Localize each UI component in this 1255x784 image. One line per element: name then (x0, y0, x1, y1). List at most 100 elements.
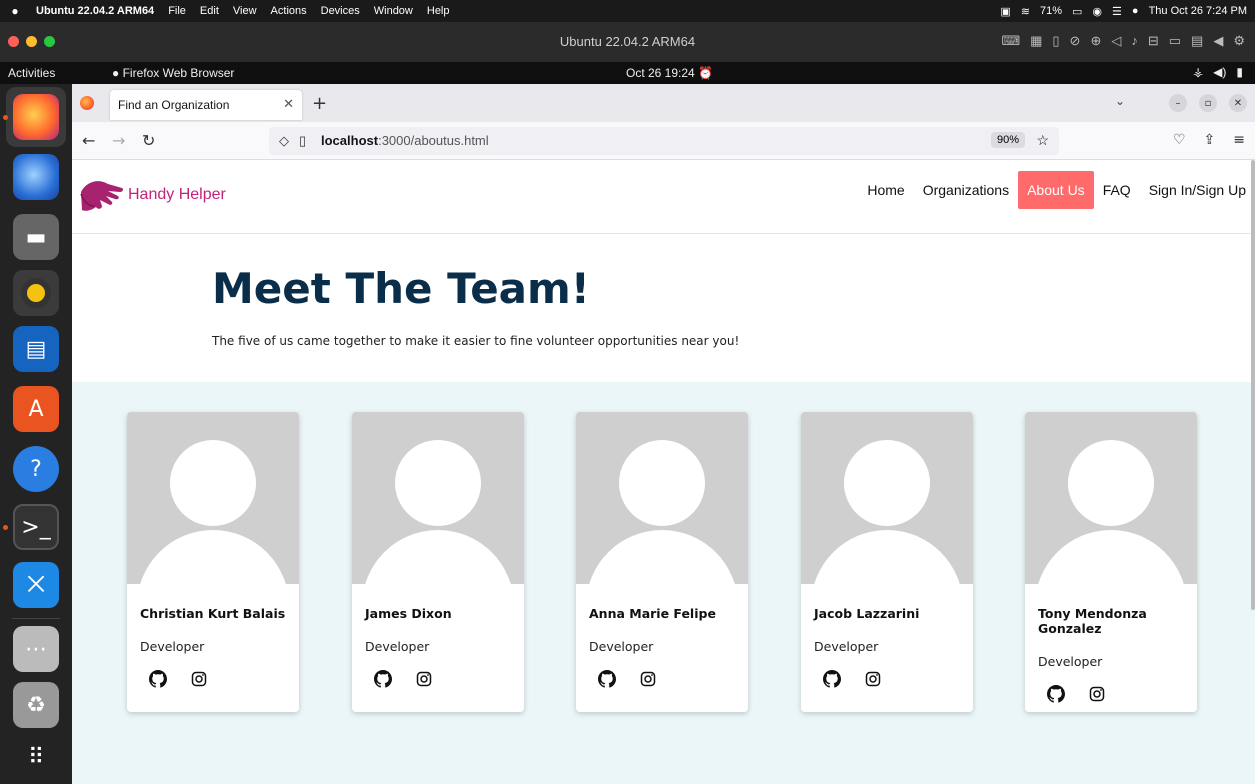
brand[interactable]: Handy Helper (78, 172, 226, 218)
social-links (598, 670, 748, 688)
mac-menu-view[interactable]: View (233, 5, 257, 17)
ubuntu-clock[interactable]: Oct 26 19:24 ⏰ (626, 66, 713, 80)
member-role: Developer (589, 639, 654, 654)
url-bar[interactable]: ◇ ▯ localhost:3000/aboutus.html 90% ☆ (269, 127, 1059, 155)
github-icon[interactable] (823, 670, 841, 688)
social-links (149, 670, 299, 688)
network-icon[interactable]: ⊕ (1090, 33, 1101, 49)
mac-menu-file[interactable]: File (168, 5, 186, 17)
mac-menu-edit[interactable]: Edit (200, 5, 219, 17)
battery-icon[interactable]: ▭ (1072, 5, 1082, 18)
team-section: Christian Kurt Balais Developer James Di… (72, 382, 1255, 784)
apple-icon[interactable]: ● (8, 4, 22, 18)
new-tab-button[interactable]: + (312, 93, 327, 114)
github-icon[interactable] (1047, 685, 1065, 703)
toolbar-right: ♡ ⇪ ≡ (1173, 132, 1245, 148)
display-icon[interactable]: ▭ (1169, 33, 1181, 49)
rhythmbox-dock-icon[interactable] (13, 270, 59, 316)
mac-menu-devices[interactable]: Devices (321, 5, 360, 17)
instagram-icon[interactable] (1089, 686, 1105, 702)
wifi-icon[interactable]: ≋ (1021, 5, 1030, 18)
shield-icon[interactable]: ◇ (279, 133, 289, 149)
siri-icon[interactable]: ● (1132, 5, 1139, 17)
vm-title-bar: Ubuntu 22.04.2 ARM64 ⌨ ▦ ▯ ⊘ ⊕ ◁ ♪ ⊟ ▭ ▤… (0, 22, 1255, 62)
sound-icon[interactable]: ◁ (1111, 33, 1121, 49)
files-dock-icon[interactable]: ▬ (13, 214, 59, 260)
browser-window-controls: – ▫ ✕ (1169, 94, 1247, 112)
firefox-view-icon[interactable] (80, 96, 94, 110)
control-center-icon[interactable]: ☰ (1112, 5, 1122, 18)
tab-find-an-organization[interactable]: Find an Organization ✕ (110, 90, 302, 120)
thunderbird-dock-icon[interactable] (13, 154, 59, 200)
github-icon[interactable] (149, 670, 167, 688)
help-dock-icon[interactable]: ? (13, 446, 59, 492)
mac-menu-window[interactable]: Window (374, 5, 413, 17)
github-icon[interactable] (374, 670, 392, 688)
member-name: Jacob Lazzarini (814, 606, 920, 621)
terminal-dock-icon[interactable]: >_ (13, 504, 59, 550)
social-links (374, 670, 524, 688)
close-tab-icon[interactable]: ✕ (283, 96, 294, 112)
ubuntu-app-menu[interactable]: ● Firefox Web Browser (112, 66, 234, 80)
pocket-icon[interactable]: ♡ (1173, 132, 1186, 148)
nav-faq[interactable]: FAQ (1094, 171, 1140, 209)
list-tabs-button[interactable]: ⌄ (1115, 94, 1125, 108)
removable-drive-dock-icon[interactable]: ⋯ (13, 626, 59, 672)
user-icon[interactable]: ◉ (1092, 5, 1102, 18)
page-icon[interactable]: ▯ (299, 133, 306, 149)
vscode-dock-icon[interactable]: ⨉ (13, 562, 59, 608)
close-icon[interactable]: ✕ (1229, 94, 1247, 112)
team-card: Tony Mendonza Gonzalez Developer (1025, 412, 1197, 712)
camera-off-icon[interactable]: ⊘ (1070, 33, 1081, 49)
mac-menu-bar: ● Ubuntu 22.04.2 ARM64 File Edit View Ac… (0, 0, 1255, 22)
app-center-dock-icon[interactable]: A (13, 386, 59, 432)
ubuntu-tray[interactable]: ⚶ ◀) ▮ (1193, 65, 1243, 79)
trash-dock-icon[interactable]: ♻ (13, 682, 59, 728)
tab-strip: Find an Organization ✕ + ⌄ – ▫ ✕ (72, 84, 1255, 122)
instagram-icon[interactable] (191, 671, 207, 687)
minimize-icon[interactable]: – (1169, 94, 1187, 112)
back-icon[interactable]: ◀ (1213, 33, 1223, 49)
zoom-level[interactable]: 90% (990, 132, 1025, 148)
keyboard-icon[interactable]: ⌨ (1001, 33, 1020, 49)
settings-icon[interactable]: ⚙ (1233, 33, 1245, 49)
vm-toolbar: ⌨ ▦ ▯ ⊘ ⊕ ◁ ♪ ⊟ ▭ ▤ ◀ ⚙ (1001, 33, 1245, 49)
menu-icon[interactable]: ≡ (1233, 132, 1245, 148)
url-host: localhost (321, 133, 379, 148)
nav-about-us[interactable]: About Us (1018, 171, 1094, 209)
bookmark-star-icon[interactable]: ☆ (1036, 132, 1049, 149)
battery-percent[interactable]: 71% (1040, 5, 1062, 17)
mac-menu-help[interactable]: Help (427, 5, 450, 17)
mac-app-name[interactable]: Ubuntu 22.04.2 ARM64 (36, 5, 154, 17)
restore-icon[interactable]: ▫ (1199, 94, 1217, 112)
microphone-icon[interactable]: ♪ (1131, 33, 1138, 49)
nav-organizations[interactable]: Organizations (914, 171, 1018, 209)
activities-button[interactable]: Activities (8, 66, 55, 80)
nav-sign-in[interactable]: Sign In/Sign Up (1140, 171, 1255, 209)
printer-icon[interactable]: ⊟ (1148, 33, 1159, 49)
show-apps-icon[interactable]: ⠿ (13, 734, 59, 780)
cpu-icon[interactable]: ▦ (1030, 33, 1042, 49)
share-icon[interactable]: ⇪ (1204, 132, 1216, 148)
team-card: Anna Marie Felipe Developer (576, 412, 748, 712)
screen-icon[interactable]: ▣ (1000, 5, 1010, 18)
github-icon[interactable] (598, 670, 616, 688)
shared-folder-icon[interactable]: ▤ (1191, 33, 1203, 49)
page-scrollbar[interactable] (1251, 160, 1255, 610)
instagram-icon[interactable] (865, 671, 881, 687)
ubuntu-app-name: Firefox Web Browser (122, 66, 235, 80)
mac-menu-actions[interactable]: Actions (271, 5, 307, 17)
instagram-icon[interactable] (640, 671, 656, 687)
forward-arrow-icon[interactable]: → (112, 131, 125, 150)
nav-home[interactable]: Home (858, 171, 913, 209)
writer-dock-icon[interactable]: ▤ (13, 326, 59, 372)
firefox-dock-icon[interactable] (13, 94, 59, 140)
page-title: Meet The Team! (212, 264, 590, 313)
reload-icon[interactable]: ↻ (142, 131, 155, 150)
back-arrow-icon[interactable]: ← (82, 131, 95, 150)
brand-name: Handy Helper (128, 186, 226, 203)
mac-datetime[interactable]: Thu Oct 26 7:24 PM (1149, 5, 1247, 17)
usb-icon[interactable]: ▯ (1052, 33, 1059, 49)
instagram-icon[interactable] (416, 671, 432, 687)
team-card: Jacob Lazzarini Developer (801, 412, 973, 712)
